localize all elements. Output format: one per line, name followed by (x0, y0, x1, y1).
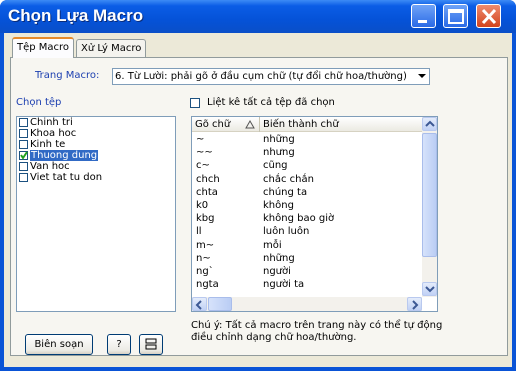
file-checkbox[interactable] (19, 173, 28, 182)
macro-key: ll (196, 226, 202, 238)
tab-macro-processing[interactable]: Xử Lý Macro (76, 39, 147, 58)
macro-expansion: luôn luôn (263, 226, 310, 238)
sort-ascending-icon (245, 120, 255, 129)
file-checkbox-checked[interactable] (19, 151, 28, 160)
macro-expansion: không bao giờ (263, 213, 335, 225)
title-bar[interactable]: Chọn Lựa Macro (0, 0, 516, 33)
scroll-right-button[interactable] (407, 297, 422, 311)
macro-expansion: mỗi (263, 239, 282, 251)
macro-key: ~ (196, 134, 205, 145)
file-checkbox[interactable] (19, 129, 28, 138)
macro-key: m~ (196, 239, 215, 251)
edit-button[interactable]: Biên soạn (25, 334, 93, 355)
dropdown-button[interactable] (413, 69, 429, 84)
scroll-right-icon (412, 300, 419, 310)
table-header: Gõ chữ Biến thành chữ (192, 117, 437, 132)
scroll-down-button[interactable] (422, 282, 437, 296)
file-section-label: Chọn tệp (16, 97, 62, 108)
table-row[interactable]: n~ những (192, 253, 422, 265)
tab-macro-file[interactable]: Tệp Macro (12, 37, 75, 58)
file-checkbox[interactable] (19, 162, 28, 171)
checkmark-icon (20, 151, 28, 160)
macro-key: c~ (196, 160, 210, 172)
vertical-scroll-thumb[interactable] (422, 133, 437, 257)
file-item-selected[interactable]: Thuong dung (17, 150, 175, 161)
close-button[interactable] (476, 4, 501, 28)
macro-expansion: người ta (263, 279, 305, 291)
table-row[interactable]: kbg không bao giờ (192, 213, 422, 225)
macro-key: chta (196, 186, 218, 198)
page-select-label: Trang Macro: (35, 70, 100, 81)
minimize-icon (418, 20, 427, 23)
maximize-icon (448, 9, 464, 24)
horizontal-scrollbar[interactable] (192, 297, 422, 311)
table-row[interactable]: k0 không (192, 200, 422, 212)
macro-key: k0 (196, 200, 209, 211)
window-title: Chọn Lựa Macro (8, 6, 144, 25)
table-row[interactable]: ~ những (192, 134, 422, 146)
macro-table[interactable]: Gõ chữ Biến thành chữ ~ những ~~ nhưng c~ cũn… (191, 116, 438, 312)
minimize-button[interactable] (411, 4, 436, 28)
list-all-checkbox[interactable] (190, 98, 200, 108)
scroll-up-button[interactable] (422, 117, 437, 131)
maximize-button[interactable] (443, 4, 468, 28)
close-icon (481, 8, 497, 25)
file-item[interactable]: Chinh tri (17, 117, 175, 128)
file-item[interactable]: Khoa hoc (17, 128, 175, 139)
layout-icon (145, 338, 157, 350)
macro-expansion: không (263, 200, 294, 211)
macro-expansion: nhưng (263, 147, 295, 159)
table-row[interactable]: chch chắc chắn (192, 174, 422, 186)
column-header-input[interactable]: Gõ chữ (192, 117, 260, 132)
macro-dialog: Chọn Lựa Macro Tệp Macro Xử Lý Macro Tra… (0, 0, 516, 371)
macro-key: ng` (196, 266, 214, 277)
file-checkbox[interactable] (19, 118, 28, 127)
macro-expansion: những (263, 134, 295, 145)
macro-key: ~~ (196, 147, 213, 159)
macro-expansion: người (263, 266, 291, 277)
table-row[interactable]: chta chúng ta (192, 187, 422, 199)
scroll-left-icon (195, 300, 202, 310)
table-row[interactable]: ngta người ta (192, 279, 422, 291)
table-row[interactable]: m~ mỗi (192, 240, 422, 252)
page-select[interactable]: 6. Từ Lười: phải gõ ở đầu cụm chữ (tự đổ… (112, 68, 430, 85)
scroll-up-icon (425, 120, 435, 127)
list-all-label: Liệt kê tất cả tệp đã chọn (207, 97, 335, 108)
macro-key: ngta (196, 279, 219, 291)
page-select-value: 6. Từ Lười: phải gõ ở đầu cụm chữ (tự đổ… (115, 71, 407, 82)
table-row[interactable]: ~~ nhưng (192, 147, 422, 159)
horizontal-scroll-thumb[interactable] (208, 297, 232, 311)
help-button[interactable]: ? (107, 334, 131, 355)
macro-expansion: chúng ta (263, 186, 308, 198)
file-list[interactable]: Chinh tri Khoa hoc Kinh te Thuong dung V… (16, 116, 176, 312)
macro-key: chch (196, 173, 220, 185)
layout-button[interactable] (139, 334, 163, 355)
macro-key: kbg (196, 213, 215, 225)
macro-expansion: cũng (263, 160, 288, 172)
scroll-down-icon (425, 286, 435, 293)
tab-panel: Trang Macro: 6. Từ Lười: phải gõ ở đầu c… (10, 57, 508, 356)
scroll-left-button[interactable] (192, 297, 207, 311)
table-row[interactable]: ll luôn luôn (192, 226, 422, 238)
chevron-down-icon (418, 74, 426, 78)
macro-expansion: những (263, 252, 295, 264)
file-item[interactable]: Kinh te (17, 139, 175, 150)
file-item[interactable]: Van hoc (17, 161, 175, 172)
column-header-output[interactable]: Biến thành chữ (260, 117, 422, 132)
macro-key: n~ (196, 252, 211, 264)
table-row[interactable]: c~ cũng (192, 160, 422, 172)
note-text: Chú ý: Tất cả macro trên trang này có th… (191, 320, 443, 343)
macro-expansion: chắc chắn (263, 173, 314, 185)
file-checkbox[interactable] (19, 140, 28, 149)
file-item[interactable]: Viet tat tu don (17, 172, 175, 183)
table-row[interactable]: ng` người (192, 266, 422, 278)
vertical-scrollbar[interactable] (422, 117, 437, 297)
dialog-body: Tệp Macro Xử Lý Macro Trang Macro: 6. Từ… (4, 33, 512, 367)
